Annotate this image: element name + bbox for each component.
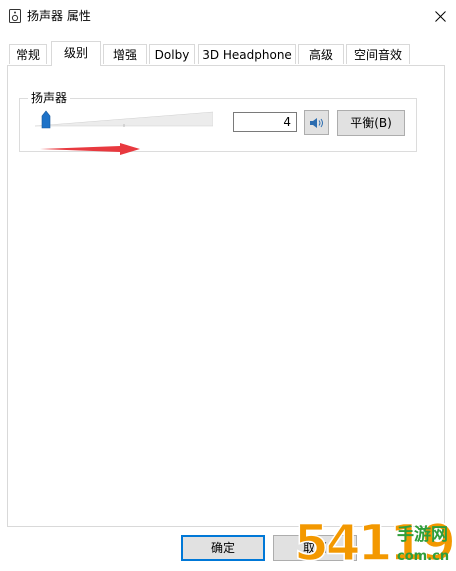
close-icon <box>434 10 446 22</box>
ok-button[interactable]: 确定 <box>181 535 265 561</box>
window-title: 扬声器 属性 <box>27 9 91 23</box>
tab-spatial-sound[interactable]: 空间音效 <box>346 44 410 64</box>
tab-levels[interactable]: 级别 <box>51 41 101 66</box>
tab-dolby[interactable]: Dolby <box>149 44 195 64</box>
balance-button[interactable]: 平衡(B) <box>337 110 405 136</box>
svg-text:手游网: 手游网 <box>397 524 448 545</box>
svg-text:com.cn: com.cn <box>397 549 449 564</box>
levels-tab-panel: 扬声器 4 平衡(B) <box>7 65 445 527</box>
speaker-icon <box>9 9 21 23</box>
tab-enhancements[interactable]: 增强 <box>103 44 147 64</box>
volume-slider[interactable] <box>35 110 213 132</box>
speaker-volume-icon <box>309 117 323 128</box>
level-value-field[interactable]: 4 <box>233 112 297 132</box>
red-arrow-annotation <box>40 143 140 155</box>
close-button[interactable] <box>424 0 456 32</box>
slider-thumb[interactable] <box>41 110 51 129</box>
tab-general[interactable]: 常规 <box>9 44 47 64</box>
tab-strip: 常规 级别 增强 Dolby 3D Headphone 高级 空间音效 <box>7 41 447 66</box>
tab-advanced[interactable]: 高级 <box>298 44 344 64</box>
properties-window: 扬声器 属性 常规 级别 增强 Dolby 3D Headphone 高级 空间… <box>0 0 456 571</box>
title-bar: 扬声器 属性 <box>0 0 456 32</box>
cancel-button[interactable]: 取消 <box>273 535 357 561</box>
mute-button[interactable] <box>304 110 329 135</box>
tab-3d-headphone[interactable]: 3D Headphone <box>198 44 296 64</box>
group-label: 扬声器 <box>28 90 71 106</box>
